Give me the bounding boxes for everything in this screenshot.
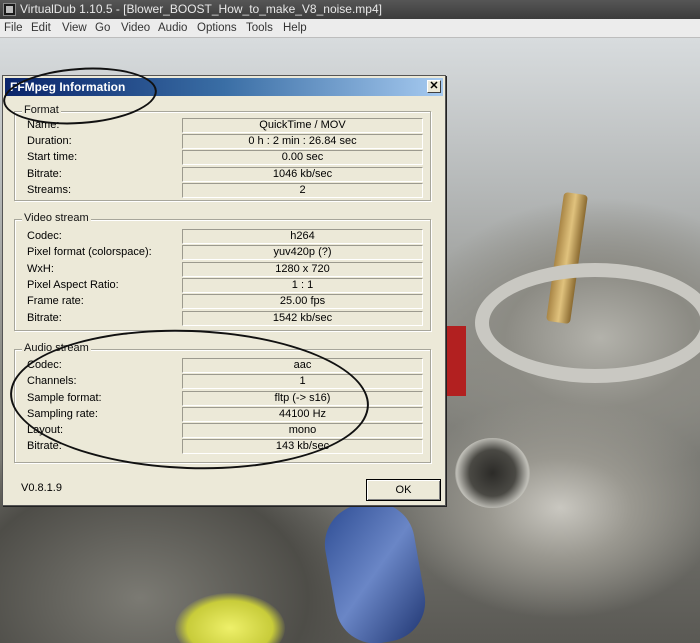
field-label: Bitrate: xyxy=(27,168,62,180)
format-row-start-time: Start time: 0.00 sec xyxy=(15,150,430,166)
app-title: VirtualDub 1.10.5 - [Blower_BOOST_How_to… xyxy=(20,2,382,16)
audio-row-sample-format: Sample format: fltp (-> s16) xyxy=(15,391,430,407)
close-icon: ✕ xyxy=(429,80,439,92)
video-row-codec: Codec: h264 xyxy=(15,229,430,245)
field-value: 1 : 1 xyxy=(182,278,423,293)
field-label: Streams: xyxy=(27,184,72,196)
menu-go[interactable]: Go xyxy=(95,19,110,37)
field-label: Bitrate: xyxy=(27,312,62,324)
field-value: 1280 x 720 xyxy=(182,262,423,277)
ok-button[interactable]: OK xyxy=(366,479,441,501)
video-stream-group: Video stream Codec: h264 Pixel format (c… xyxy=(14,212,431,331)
field-label: Codec: xyxy=(27,359,62,371)
video-row-frame-rate: Frame rate: 25.00 fps xyxy=(15,294,430,310)
field-label: Start time: xyxy=(27,151,78,163)
field-value: 0 h : 2 min : 26.84 sec xyxy=(182,134,423,149)
audio-row-layout: Layout: mono xyxy=(15,423,430,439)
audio-row-bitrate: Bitrate: 143 kb/sec xyxy=(15,439,430,455)
field-value: yuv420p (?) xyxy=(182,245,423,260)
field-value: 1542 kb/sec xyxy=(182,311,423,326)
dialog-title: FFMpeg Information xyxy=(10,80,126,94)
field-label: Sampling rate: xyxy=(27,408,98,420)
field-value: mono xyxy=(182,423,423,438)
field-value: 25.00 fps xyxy=(182,294,423,309)
audio-row-codec: Codec: aac xyxy=(15,358,430,374)
field-label: Codec: xyxy=(27,230,62,242)
menu-audio[interactable]: Audio xyxy=(158,19,187,37)
field-label: Duration: xyxy=(27,135,72,147)
field-value: 1046 kb/sec xyxy=(182,167,423,182)
field-value: 44100 Hz xyxy=(182,407,423,422)
ffmpeg-info-dialog: FFMpeg Information ✕ Format Name: QuickT… xyxy=(2,75,446,506)
menu-tools[interactable]: Tools xyxy=(246,19,273,37)
close-button[interactable]: ✕ xyxy=(427,80,441,93)
dialog-title-bar[interactable]: FFMpeg Information ✕ xyxy=(5,78,443,96)
field-label: Bitrate: xyxy=(27,440,62,452)
menu-video[interactable]: Video xyxy=(121,19,150,37)
video-row-pixel-format: Pixel format (colorspace): yuv420p (?) xyxy=(15,245,430,261)
audio-stream-group: Audio stream Codec: aac Channels: 1 Samp… xyxy=(14,342,431,463)
app-title-bar: VirtualDub 1.10.5 - [Blower_BOOST_How_to… xyxy=(0,0,700,19)
field-label: Frame rate: xyxy=(27,295,84,307)
format-row-duration: Duration: 0 h : 2 min : 26.84 sec xyxy=(15,134,430,150)
field-value: 0.00 sec xyxy=(182,150,423,165)
video-stream-group-title: Video stream xyxy=(22,212,91,224)
field-label: Sample format: xyxy=(27,392,102,404)
field-value: aac xyxy=(182,358,423,373)
menu-options[interactable]: Options xyxy=(197,19,237,37)
format-row-name: Name: QuickTime / MOV xyxy=(15,118,430,134)
menu-bar: File Edit View Go Video Audio Options To… xyxy=(0,19,700,38)
format-row-bitrate: Bitrate: 1046 kb/sec xyxy=(15,167,430,183)
field-value: 1 xyxy=(182,374,423,389)
field-label: Pixel format (colorspace): xyxy=(27,246,152,258)
video-row-bitrate: Bitrate: 1542 kb/sec xyxy=(15,311,430,327)
video-blue-hose xyxy=(318,496,432,643)
audio-stream-group-title: Audio stream xyxy=(22,342,91,354)
field-label: Name: xyxy=(27,119,60,131)
video-row-pixel-aspect: Pixel Aspect Ratio: 1 : 1 xyxy=(15,278,430,294)
field-value: fltp (-> s16) xyxy=(182,391,423,406)
field-label: WxH: xyxy=(27,263,54,275)
menu-view[interactable]: View xyxy=(62,19,87,37)
virtualdub-app-icon xyxy=(3,3,16,16)
format-row-streams: Streams: 2 xyxy=(15,183,430,199)
field-label: Layout: xyxy=(27,424,64,436)
video-carburetor-rim xyxy=(475,263,700,383)
video-row-dimensions: WxH: 1280 x 720 xyxy=(15,262,430,278)
video-fitting-hole xyxy=(455,438,530,508)
format-group-title: Format xyxy=(22,104,61,116)
audio-row-channels: Channels: 1 xyxy=(15,374,430,390)
field-value: 2 xyxy=(182,183,423,198)
field-label: Pixel Aspect Ratio: xyxy=(27,279,119,291)
plugin-version: V0.8.1.9 xyxy=(21,482,62,494)
video-red-label xyxy=(444,326,466,396)
menu-help[interactable]: Help xyxy=(283,19,307,37)
format-group: Format Name: QuickTime / MOV Duration: 0… xyxy=(14,104,431,201)
video-yellow-disc xyxy=(175,593,285,643)
audio-row-sampling-rate: Sampling rate: 44100 Hz xyxy=(15,407,430,423)
field-label: Channels: xyxy=(27,375,77,387)
field-value: 143 kb/sec xyxy=(182,439,423,454)
menu-edit[interactable]: Edit xyxy=(31,19,51,37)
menu-file[interactable]: File xyxy=(4,19,23,37)
field-value: h264 xyxy=(182,229,423,244)
field-value: QuickTime / MOV xyxy=(182,118,423,133)
